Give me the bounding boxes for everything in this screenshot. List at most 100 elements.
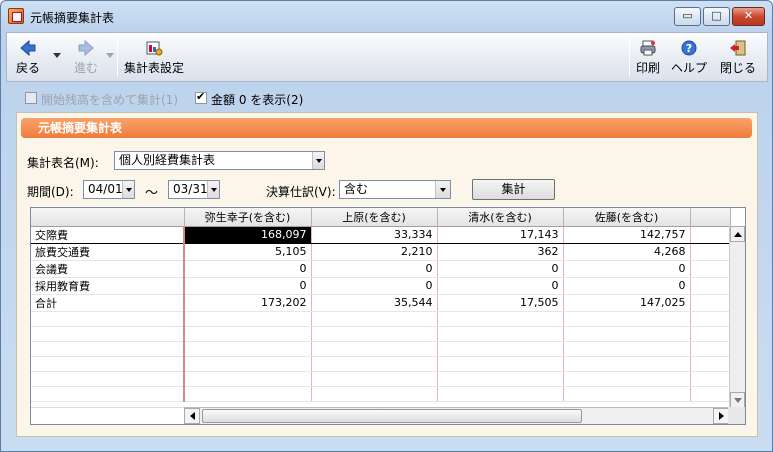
scroll-corner	[728, 407, 745, 424]
table-cell[interactable]: 4,268	[563, 243, 691, 261]
forward-dropdown-icon[interactable]	[106, 53, 114, 58]
main-window: 元帳摘要集計表 ▭ □ ✕ 戻る 進む 集計表設定 印刷 ? ヘルプ 閉じる 開…	[0, 0, 773, 452]
table-cell[interactable]: 2,210	[311, 243, 438, 261]
column-header-yayoi[interactable]: 弥生幸子(を含む)	[184, 208, 312, 227]
closing-entries-value: 含む	[344, 182, 369, 196]
print-button[interactable]: 印刷	[633, 33, 663, 81]
chevron-down-icon[interactable]	[312, 152, 324, 169]
table-cell[interactable]: 0	[184, 277, 312, 295]
table-cell[interactable]	[690, 294, 731, 312]
forward-button[interactable]: 進む	[67, 33, 105, 81]
table-cell[interactable]: 362	[437, 243, 564, 261]
report-panel: 元帳摘要集計表 集計表名(M): 個人別経費集計表 期間(D): 04/01 〜…	[16, 112, 758, 437]
scroll-left-icon[interactable]	[184, 408, 200, 424]
closing-entries-label: 決算仕訳(V):	[266, 185, 336, 199]
table-cell[interactable]: 33,334	[311, 225, 438, 244]
chevron-down-icon[interactable]	[435, 181, 450, 198]
table-cell[interactable]	[690, 243, 731, 261]
table-cell[interactable]: 0	[437, 277, 564, 295]
table-row-empty[interactable]	[31, 341, 731, 357]
table-cell[interactable]: 0	[311, 260, 438, 278]
row-label[interactable]: 合計	[31, 294, 185, 312]
frozen-column-footer	[31, 407, 184, 424]
toolbar-separator	[117, 39, 118, 77]
maximize-button[interactable]: □	[703, 7, 730, 26]
panel-header: 元帳摘要集計表	[21, 118, 752, 138]
period-from-field[interactable]: 04/01	[83, 180, 135, 199]
row-label[interactable]: 交際費	[31, 225, 185, 244]
row-label[interactable]: 採用教育費	[31, 277, 185, 295]
printer-icon	[640, 40, 656, 56]
table-row[interactable]: 会議費 0 0 0 0	[31, 260, 731, 278]
scroll-down-icon[interactable]	[730, 392, 745, 408]
period-from-value: 04/01	[88, 182, 123, 196]
table-cell[interactable]	[690, 260, 731, 278]
aggregate-button[interactable]: 集計	[472, 179, 555, 200]
table-row[interactable]: 旅費交通費 5,105 2,210 362 4,268	[31, 243, 731, 261]
report-name-value: 個人別経費集計表	[119, 153, 216, 167]
report-name-select[interactable]: 個人別経費集計表	[114, 151, 325, 170]
report-settings-label: 集計表設定	[123, 61, 184, 75]
table-cell[interactable]: 147,025	[563, 294, 691, 312]
table-cell[interactable]: 0	[184, 260, 312, 278]
scrollbar-thumb[interactable]	[202, 409, 582, 423]
chevron-down-icon[interactable]	[122, 181, 134, 198]
table-row-empty[interactable]	[31, 386, 731, 402]
table-row-empty[interactable]	[31, 356, 731, 372]
column-header-account[interactable]	[31, 208, 185, 227]
table-cell[interactable]: 5,105	[184, 243, 312, 261]
period-tilde: 〜	[145, 186, 159, 201]
help-icon: ?	[681, 40, 697, 56]
column-header-uehara[interactable]: 上原(を含む)	[311, 208, 438, 227]
column-header-sato[interactable]: 佐藤(を含む)	[563, 208, 691, 227]
row-label[interactable]: 旅費交通費	[31, 243, 185, 261]
scroll-right-icon[interactable]	[713, 408, 729, 424]
minimize-button[interactable]: ▭	[674, 7, 701, 26]
close-window-button[interactable]: ✕	[732, 7, 765, 26]
row-label[interactable]: 会議費	[31, 260, 185, 278]
scroll-up-icon[interactable]	[730, 226, 745, 242]
summary-table: 弥生幸子(を含む) 上原(を含む) 清水(を含む) 佐藤(を含む) 交際費 16…	[31, 208, 731, 402]
back-button[interactable]: 戻る	[9, 33, 47, 81]
table-cell[interactable]: 142,757	[563, 225, 691, 244]
table-row[interactable]: 交際費 168,097 33,334 17,143 142,757	[31, 225, 731, 244]
show-zero-checkbox[interactable]	[195, 90, 207, 104]
close-button[interactable]: 閉じる	[715, 33, 761, 81]
forward-arrow-icon	[78, 39, 94, 57]
table-cell[interactable]: 0	[563, 260, 691, 278]
table-cell[interactable]	[690, 277, 731, 295]
table-cell[interactable]: 35,544	[311, 294, 438, 312]
horizontal-scrollbar[interactable]	[184, 407, 729, 424]
chevron-down-icon[interactable]	[207, 181, 219, 198]
svg-text:?: ?	[686, 42, 692, 55]
table-cell[interactable]: 17,505	[437, 294, 564, 312]
report-name-label: 集計表名(M):	[27, 156, 99, 170]
table-row-empty[interactable]	[31, 326, 731, 342]
period-to-field[interactable]: 03/31	[168, 180, 220, 199]
help-label: ヘルプ	[670, 61, 707, 75]
table-cell[interactable]	[690, 225, 731, 244]
table-row-empty[interactable]	[31, 311, 731, 327]
include-opening-checkbox[interactable]	[25, 92, 37, 104]
table-cell[interactable]: 17,143	[437, 225, 564, 244]
help-button[interactable]: ? ヘルプ	[669, 33, 709, 81]
include-opening-label: 開始残高を含めて集計(1)	[41, 93, 178, 107]
table-cell[interactable]: 0	[563, 277, 691, 295]
vertical-scrollbar[interactable]	[729, 226, 745, 408]
show-zero-label: 金額 0 を表示(2)	[211, 93, 304, 107]
table-cell[interactable]: 0	[437, 260, 564, 278]
report-settings-button[interactable]: 集計表設定	[121, 33, 187, 81]
table-row-empty[interactable]	[31, 371, 731, 387]
table-row-total[interactable]: 合計 173,202 35,544 17,505 147,025	[31, 294, 731, 312]
table-cell[interactable]: 173,202	[184, 294, 312, 312]
table-cell-selected[interactable]: 168,097	[184, 225, 312, 244]
closing-entries-select[interactable]: 含む	[339, 180, 451, 199]
summary-grid[interactable]: 弥生幸子(を含む) 上原(を含む) 清水(を含む) 佐藤(を含む) 交際費 16…	[30, 207, 746, 425]
window-title: 元帳摘要集計表	[30, 11, 115, 25]
period-label: 期間(D):	[27, 185, 74, 199]
table-cell[interactable]: 0	[311, 277, 438, 295]
back-dropdown-icon[interactable]	[53, 53, 61, 58]
column-header-shimizu[interactable]: 清水(を含む)	[437, 208, 564, 227]
title-bar[interactable]: 元帳摘要集計表 ▭ □ ✕	[1, 1, 772, 31]
table-row[interactable]: 採用教育費 0 0 0 0	[31, 277, 731, 295]
